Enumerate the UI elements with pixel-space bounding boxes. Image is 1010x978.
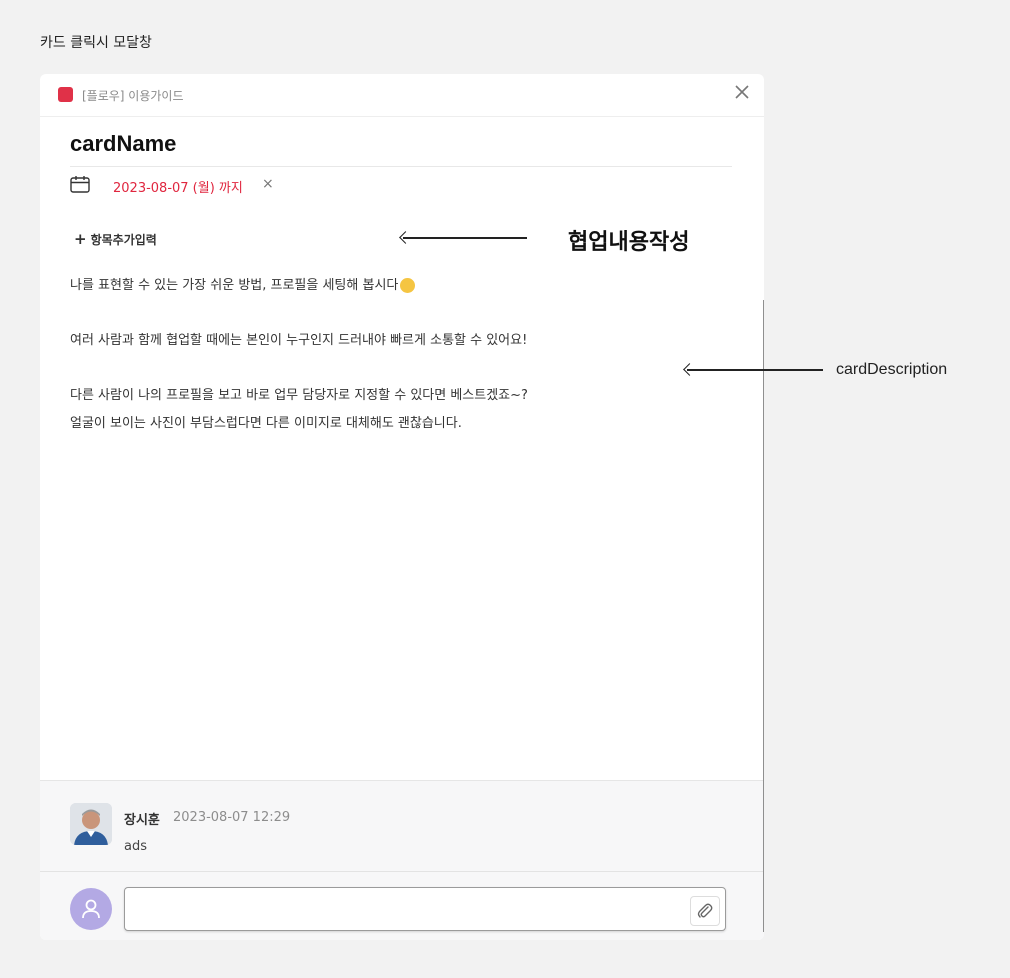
modal-edge-line	[763, 300, 764, 932]
annotation-collab: 협업내용작성	[568, 230, 690, 255]
comment-author[interactable]: 장시훈	[124, 809, 160, 828]
comment-input[interactable]	[124, 887, 726, 931]
due-date[interactable]: 2023-08-07 (월) 까지	[113, 177, 243, 196]
smile-emoji-icon	[400, 278, 416, 293]
comment-text: ads	[124, 839, 147, 854]
add-item-label: 항목추가입력	[90, 233, 157, 247]
modal-header: [플로우] 이용가이드	[40, 74, 764, 117]
project-color-dot	[58, 87, 73, 102]
my-avatar	[70, 888, 112, 930]
add-item-button[interactable]: + 항목추가입력	[74, 230, 157, 248]
plus-icon: +	[74, 230, 87, 248]
description-line: 여러 사람과 함께 협업할 때에는 본인이 누구인지 드러내야 빠르게 소통할 …	[70, 333, 528, 348]
description-line: 다른 사람이 나의 프로필을 보고 바로 업무 담당자로 지정할 수 있다면 베…	[70, 388, 528, 403]
frame-title: 카드 클릭시 모달창	[40, 35, 152, 51]
close-icon[interactable]	[732, 82, 752, 102]
comment-section: 장시훈 2023-08-07 12:29 ads	[40, 780, 764, 940]
project-name[interactable]: [플로우] 이용가이드	[82, 87, 184, 104]
comment-timestamp: 2023-08-07 12:29	[173, 810, 291, 825]
paperclip-icon	[697, 903, 713, 918]
annotation-description: cardDescription	[836, 361, 948, 378]
calendar-icon[interactable]	[70, 175, 90, 193]
attach-button[interactable]	[690, 896, 720, 926]
clear-due-date-button[interactable]: ×	[262, 176, 274, 192]
title-divider	[70, 166, 732, 167]
card-title[interactable]: cardName	[70, 131, 176, 157]
description-line: 얼굴이 보이는 사진이 부담스럽다면 다른 이미지로 대체해도 괜찮습니다.	[70, 416, 462, 431]
user-icon	[82, 899, 100, 919]
description-line: 나를 표현할 수 있는 가장 쉬운 방법, 프로필을 세팅해 봅시다	[70, 278, 416, 293]
card-modal: [플로우] 이용가이드 cardName 2023-08-07 (월) 까지 ×…	[40, 74, 764, 940]
arrow-left-icon	[399, 231, 527, 244]
arrow-left-icon	[683, 363, 823, 376]
comment-divider	[40, 871, 764, 872]
avatar[interactable]	[70, 803, 112, 845]
